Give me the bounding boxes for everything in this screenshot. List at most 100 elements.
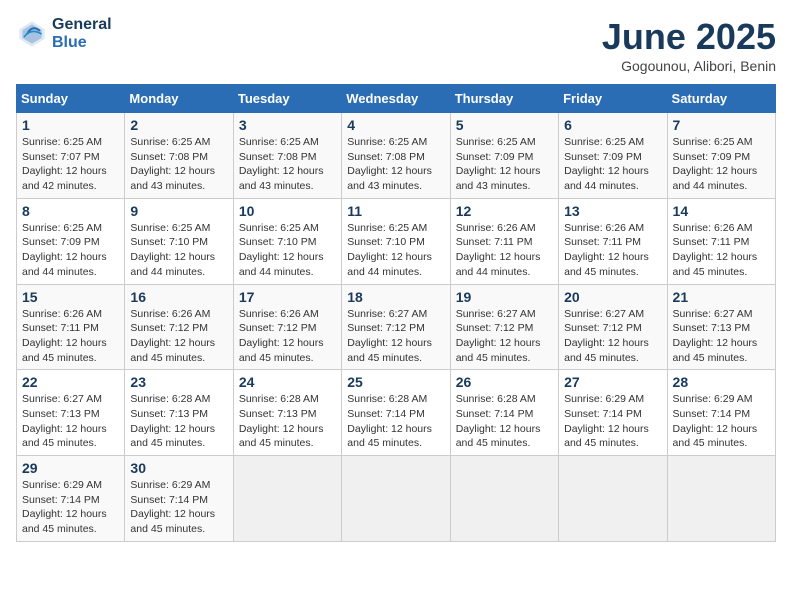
day-of-week-header: Sunday [17,85,125,113]
day-info: Sunrise: 6:27 AM Sunset: 7:12 PM Dayligh… [564,307,661,366]
day-number: 17 [239,289,336,305]
day-number: 22 [22,374,119,390]
day-info: Sunrise: 6:25 AM Sunset: 7:08 PM Dayligh… [239,135,336,194]
day-of-week-header: Monday [125,85,233,113]
calendar-week-row: 1 Sunrise: 6:25 AM Sunset: 7:07 PM Dayli… [17,113,776,199]
day-number: 23 [130,374,227,390]
day-number: 7 [673,117,770,133]
day-info: Sunrise: 6:28 AM Sunset: 7:14 PM Dayligh… [347,392,444,451]
calendar-day-cell: 11 Sunrise: 6:25 AM Sunset: 7:10 PM Dayl… [342,198,450,284]
calendar-header-row: SundayMondayTuesdayWednesdayThursdayFrid… [17,85,776,113]
calendar-week-row: 29 Sunrise: 6:29 AM Sunset: 7:14 PM Dayl… [17,456,776,542]
calendar-day-cell: 14 Sunrise: 6:26 AM Sunset: 7:11 PM Dayl… [667,198,775,284]
day-number: 21 [673,289,770,305]
calendar-day-cell [342,456,450,542]
calendar-day-cell: 29 Sunrise: 6:29 AM Sunset: 7:14 PM Dayl… [17,456,125,542]
calendar-day-cell: 22 Sunrise: 6:27 AM Sunset: 7:13 PM Dayl… [17,370,125,456]
logo: General Blue [16,16,112,52]
day-info: Sunrise: 6:26 AM Sunset: 7:11 PM Dayligh… [564,221,661,280]
day-info: Sunrise: 6:29 AM Sunset: 7:14 PM Dayligh… [673,392,770,451]
calendar-title: June 2025 [602,16,776,58]
day-number: 25 [347,374,444,390]
calendar-day-cell: 3 Sunrise: 6:25 AM Sunset: 7:08 PM Dayli… [233,113,341,199]
calendar-day-cell: 4 Sunrise: 6:25 AM Sunset: 7:08 PM Dayli… [342,113,450,199]
day-number: 13 [564,203,661,219]
day-info: Sunrise: 6:29 AM Sunset: 7:14 PM Dayligh… [130,478,227,537]
day-info: Sunrise: 6:26 AM Sunset: 7:11 PM Dayligh… [22,307,119,366]
calendar-day-cell: 19 Sunrise: 6:27 AM Sunset: 7:12 PM Dayl… [450,284,558,370]
day-number: 1 [22,117,119,133]
calendar-day-cell: 20 Sunrise: 6:27 AM Sunset: 7:12 PM Dayl… [559,284,667,370]
day-info: Sunrise: 6:26 AM Sunset: 7:11 PM Dayligh… [673,221,770,280]
day-info: Sunrise: 6:25 AM Sunset: 7:10 PM Dayligh… [130,221,227,280]
calendar-day-cell: 5 Sunrise: 6:25 AM Sunset: 7:09 PM Dayli… [450,113,558,199]
day-info: Sunrise: 6:25 AM Sunset: 7:09 PM Dayligh… [673,135,770,194]
day-number: 9 [130,203,227,219]
day-number: 24 [239,374,336,390]
day-info: Sunrise: 6:27 AM Sunset: 7:12 PM Dayligh… [456,307,553,366]
day-number: 4 [347,117,444,133]
day-info: Sunrise: 6:28 AM Sunset: 7:13 PM Dayligh… [130,392,227,451]
calendar-day-cell: 27 Sunrise: 6:29 AM Sunset: 7:14 PM Dayl… [559,370,667,456]
calendar-day-cell: 21 Sunrise: 6:27 AM Sunset: 7:13 PM Dayl… [667,284,775,370]
calendar-day-cell: 6 Sunrise: 6:25 AM Sunset: 7:09 PM Dayli… [559,113,667,199]
calendar-day-cell: 28 Sunrise: 6:29 AM Sunset: 7:14 PM Dayl… [667,370,775,456]
day-number: 20 [564,289,661,305]
day-of-week-header: Tuesday [233,85,341,113]
day-of-week-header: Thursday [450,85,558,113]
calendar-day-cell: 17 Sunrise: 6:26 AM Sunset: 7:12 PM Dayl… [233,284,341,370]
day-info: Sunrise: 6:25 AM Sunset: 7:09 PM Dayligh… [22,221,119,280]
calendar-day-cell: 2 Sunrise: 6:25 AM Sunset: 7:08 PM Dayli… [125,113,233,199]
day-info: Sunrise: 6:25 AM Sunset: 7:08 PM Dayligh… [130,135,227,194]
day-info: Sunrise: 6:28 AM Sunset: 7:14 PM Dayligh… [456,392,553,451]
calendar-week-row: 22 Sunrise: 6:27 AM Sunset: 7:13 PM Dayl… [17,370,776,456]
day-info: Sunrise: 6:29 AM Sunset: 7:14 PM Dayligh… [22,478,119,537]
day-info: Sunrise: 6:25 AM Sunset: 7:07 PM Dayligh… [22,135,119,194]
day-number: 16 [130,289,227,305]
calendar-subtitle: Gogounou, Alibori, Benin [602,58,776,74]
calendar-day-cell [559,456,667,542]
title-block: June 2025 Gogounou, Alibori, Benin [602,16,776,74]
calendar-day-cell: 24 Sunrise: 6:28 AM Sunset: 7:13 PM Dayl… [233,370,341,456]
day-number: 10 [239,203,336,219]
calendar-day-cell: 25 Sunrise: 6:28 AM Sunset: 7:14 PM Dayl… [342,370,450,456]
day-number: 11 [347,203,444,219]
calendar-day-cell [450,456,558,542]
calendar-day-cell: 16 Sunrise: 6:26 AM Sunset: 7:12 PM Dayl… [125,284,233,370]
day-info: Sunrise: 6:27 AM Sunset: 7:13 PM Dayligh… [673,307,770,366]
day-of-week-header: Saturday [667,85,775,113]
calendar-day-cell: 13 Sunrise: 6:26 AM Sunset: 7:11 PM Dayl… [559,198,667,284]
calendar-day-cell: 15 Sunrise: 6:26 AM Sunset: 7:11 PM Dayl… [17,284,125,370]
day-info: Sunrise: 6:29 AM Sunset: 7:14 PM Dayligh… [564,392,661,451]
logo-icon [16,18,48,50]
day-number: 30 [130,460,227,476]
day-info: Sunrise: 6:26 AM Sunset: 7:12 PM Dayligh… [239,307,336,366]
calendar-day-cell: 10 Sunrise: 6:25 AM Sunset: 7:10 PM Dayl… [233,198,341,284]
calendar-day-cell: 7 Sunrise: 6:25 AM Sunset: 7:09 PM Dayli… [667,113,775,199]
day-number: 26 [456,374,553,390]
calendar-day-cell: 26 Sunrise: 6:28 AM Sunset: 7:14 PM Dayl… [450,370,558,456]
calendar-day-cell: 23 Sunrise: 6:28 AM Sunset: 7:13 PM Dayl… [125,370,233,456]
day-info: Sunrise: 6:25 AM Sunset: 7:09 PM Dayligh… [564,135,661,194]
day-number: 6 [564,117,661,133]
day-info: Sunrise: 6:26 AM Sunset: 7:11 PM Dayligh… [456,221,553,280]
day-of-week-header: Wednesday [342,85,450,113]
day-number: 3 [239,117,336,133]
day-number: 27 [564,374,661,390]
day-number: 12 [456,203,553,219]
day-info: Sunrise: 6:25 AM Sunset: 7:09 PM Dayligh… [456,135,553,194]
day-info: Sunrise: 6:27 AM Sunset: 7:13 PM Dayligh… [22,392,119,451]
day-number: 18 [347,289,444,305]
day-info: Sunrise: 6:25 AM Sunset: 7:10 PM Dayligh… [347,221,444,280]
day-info: Sunrise: 6:28 AM Sunset: 7:13 PM Dayligh… [239,392,336,451]
calendar-day-cell: 8 Sunrise: 6:25 AM Sunset: 7:09 PM Dayli… [17,198,125,284]
calendar-day-cell: 12 Sunrise: 6:26 AM Sunset: 7:11 PM Dayl… [450,198,558,284]
logo-text: General Blue [52,16,112,52]
calendar-day-cell: 30 Sunrise: 6:29 AM Sunset: 7:14 PM Dayl… [125,456,233,542]
calendar-day-cell: 9 Sunrise: 6:25 AM Sunset: 7:10 PM Dayli… [125,198,233,284]
day-number: 2 [130,117,227,133]
day-info: Sunrise: 6:26 AM Sunset: 7:12 PM Dayligh… [130,307,227,366]
calendar-day-cell: 18 Sunrise: 6:27 AM Sunset: 7:12 PM Dayl… [342,284,450,370]
day-info: Sunrise: 6:25 AM Sunset: 7:10 PM Dayligh… [239,221,336,280]
day-number: 14 [673,203,770,219]
